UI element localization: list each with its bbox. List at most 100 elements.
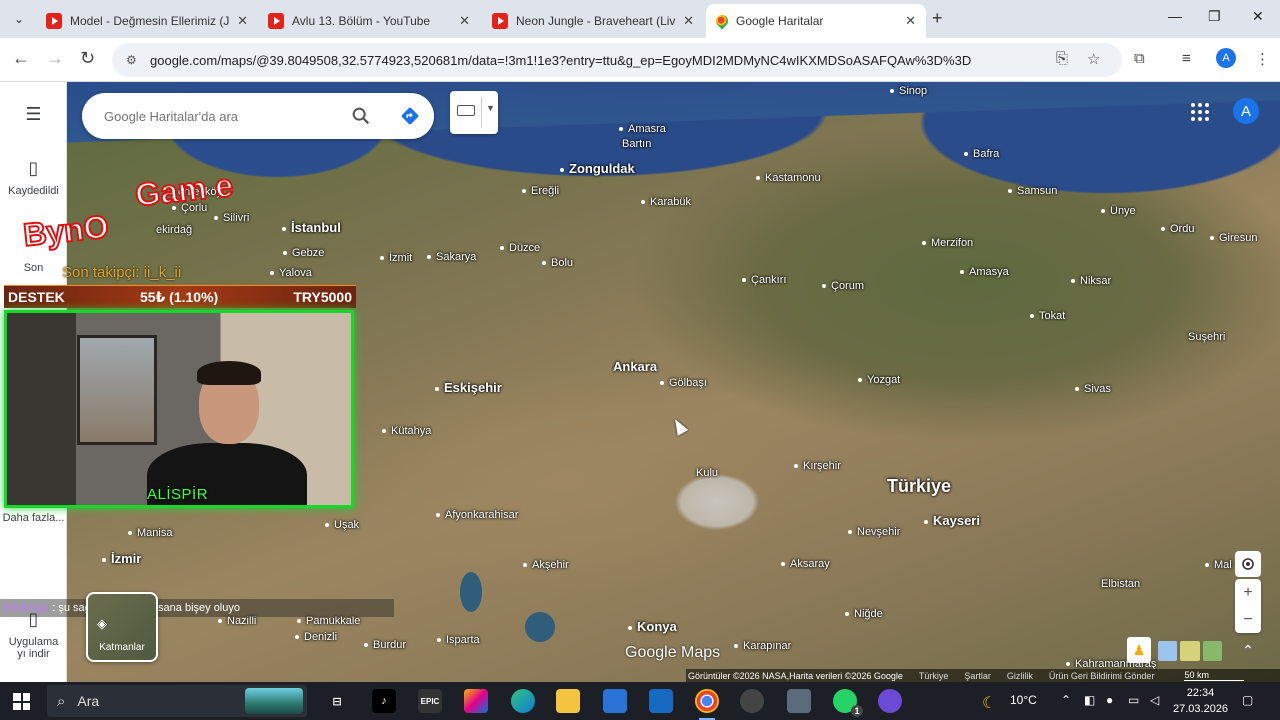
map-type-thumbnails[interactable] [1158,641,1222,661]
layers-button[interactable]: ◈ Katmanlar [86,592,158,662]
place-label[interactable]: Zonguldak [560,161,635,176]
place-label[interactable]: Akşehir [523,559,569,571]
place-label[interactable]: Denizli [295,631,337,643]
place-label[interactable]: Kırşehir [794,460,841,472]
map-viewport[interactable]: Sinop Amasra Bartın Zonguldak Kastamonu … [0,82,1280,682]
tab-google-maps[interactable]: Google Haritalar ✕ [706,4,926,38]
close-tab-icon[interactable]: ✕ [459,13,470,29]
close-tab-icon[interactable]: ✕ [683,13,694,29]
clock[interactable]: 22:34 27.03.2026 [1173,685,1228,717]
place-label[interactable]: Uşak [325,519,359,531]
calculator-icon[interactable] [787,689,811,713]
place-label[interactable]: Manisa [128,527,172,539]
place-label[interactable]: Afyonkarahisar [436,509,518,521]
terrain-thumbnail[interactable] [1180,641,1200,661]
profile-avatar[interactable]: A [1216,48,1236,68]
search-icon[interactable] [350,105,372,127]
task-view-icon[interactable]: ⊟ [325,689,349,713]
place-label[interactable]: Kastamonu [756,172,821,184]
place-label[interactable]: Giresun [1210,232,1258,244]
place-label[interactable]: Karabük [641,196,691,208]
terms-link[interactable]: Şartlar [964,671,991,681]
close-tab-icon[interactable]: ✕ [237,13,248,29]
place-label[interactable]: Ereğli [522,185,559,197]
install-app-icon[interactable]: ⎘ [1056,50,1068,67]
expand-chevron-icon[interactable]: ⌃ [1235,637,1261,663]
place-label[interactable]: Çorum [822,280,864,292]
place-label[interactable]: Suşehri [1188,331,1225,343]
menu-dots-icon[interactable]: ⋮ [1255,50,1270,68]
place-label[interactable]: Sakarya [427,251,476,263]
place-label[interactable]: Ünye [1101,205,1136,217]
place-label[interactable]: Elbistan [1101,578,1140,590]
microsoft-store-icon[interactable] [603,689,627,713]
place-label[interactable]: Burdur [364,639,406,651]
microphone-icon[interactable]: ● [1106,693,1113,707]
more-button[interactable]: Daha fazla... [0,512,67,524]
app-icon[interactable] [878,689,902,713]
minimize-icon[interactable]: — [1168,8,1182,24]
place-label[interactable]: Karapınar [734,640,791,652]
network-icon[interactable]: ▭ [1128,693,1139,707]
privacy-link[interactable]: Gizlilik [1007,671,1033,681]
notification-icon[interactable]: ▢ [1242,693,1253,707]
input-tools-dropdown[interactable]: ▼ [450,91,498,134]
tab-search-chevron-icon[interactable]: ⌄ [8,8,30,30]
traffic-thumbnail[interactable] [1202,641,1222,661]
place-label[interactable]: Aksaray [781,558,830,570]
google-apps-icon[interactable] [1190,102,1210,122]
obs-icon[interactable] [740,689,764,713]
tray-chevron-icon[interactable]: ⌃ [1061,693,1071,707]
outlook-icon[interactable] [649,689,673,713]
copilot-icon[interactable] [464,689,488,713]
tab-youtube-model[interactable]: Model - Değmesin Ellerimiz (Jo ✕ [36,4,258,38]
place-label[interactable]: Yalova [270,267,312,279]
place-label[interactable]: Kulu [696,467,718,479]
place-label[interactable]: Nevşehir [848,526,900,538]
place-label[interactable]: Kütahya [382,425,431,437]
place-label[interactable]: Konya [628,619,677,634]
feedback-link[interactable]: Ürün Geri Bildirimi Gönder [1049,671,1155,681]
windows-start-icon[interactable] [13,693,30,710]
media-control-icon[interactable]: ≡ [1182,50,1191,67]
place-label[interactable]: Çankırı [742,274,786,286]
place-label[interactable]: Amasya [960,266,1009,278]
place-label[interactable]: Niğde [845,608,883,620]
place-label[interactable]: Amasra [619,123,666,135]
place-label[interactable]: Düzce [500,242,540,254]
place-label[interactable]: Bafra [964,148,999,160]
place-label[interactable]: Yozgat [858,374,900,386]
bookmark-star-icon[interactable]: ☆ [1087,50,1100,68]
weather-moon-icon[interactable]: ☾ [982,693,996,713]
epic-games-icon[interactable]: EPIC [418,689,442,713]
address-bar[interactable]: ⚙ google.com/maps/@39.8049508,32.5774923… [112,43,1122,77]
place-label[interactable]: Gebze [283,247,324,259]
menu-button[interactable]: ☰ [0,104,67,131]
place-label[interactable]: Isparta [437,634,480,646]
place-label[interactable]: Samsun [1008,185,1057,197]
place-label[interactable]: Gölbaşı [660,377,707,389]
map-thumbnail[interactable] [1158,641,1178,661]
tray-app-icon[interactable]: ◧ [1084,693,1095,707]
tab-youtube-neon-jungle[interactable]: Neon Jungle - Braveheart (Live ✕ [482,4,704,38]
scale-bar[interactable]: 50 km [1184,670,1245,681]
taskbar-search[interactable]: ⌕ Ara [47,685,307,717]
extensions-icon[interactable]: ⧉ [1134,50,1145,67]
chrome-icon[interactable] [695,689,719,720]
place-label[interactable]: Mal [1205,559,1232,571]
edge-icon[interactable] [511,689,535,713]
my-location-button[interactable] [1235,551,1261,577]
place-label[interactable]: Sivas [1075,383,1111,395]
pegman-icon[interactable]: ♟ [1127,637,1151,663]
back-icon[interactable]: ← [12,48,30,69]
place-label[interactable]: Sinop [890,85,927,97]
place-label[interactable]: İzmir [102,551,141,566]
directions-icon[interactable] [399,105,421,127]
new-tab-button[interactable]: + [932,8,943,29]
whatsapp-icon[interactable]: 1 [833,689,863,717]
place-label[interactable]: Tokat [1030,310,1065,322]
temperature[interactable]: 10°C [1010,693,1037,707]
country-label[interactable]: Türkiye [887,476,951,497]
restore-icon[interactable]: ❐ [1208,8,1221,25]
reload-icon[interactable]: ↻ [80,48,95,69]
